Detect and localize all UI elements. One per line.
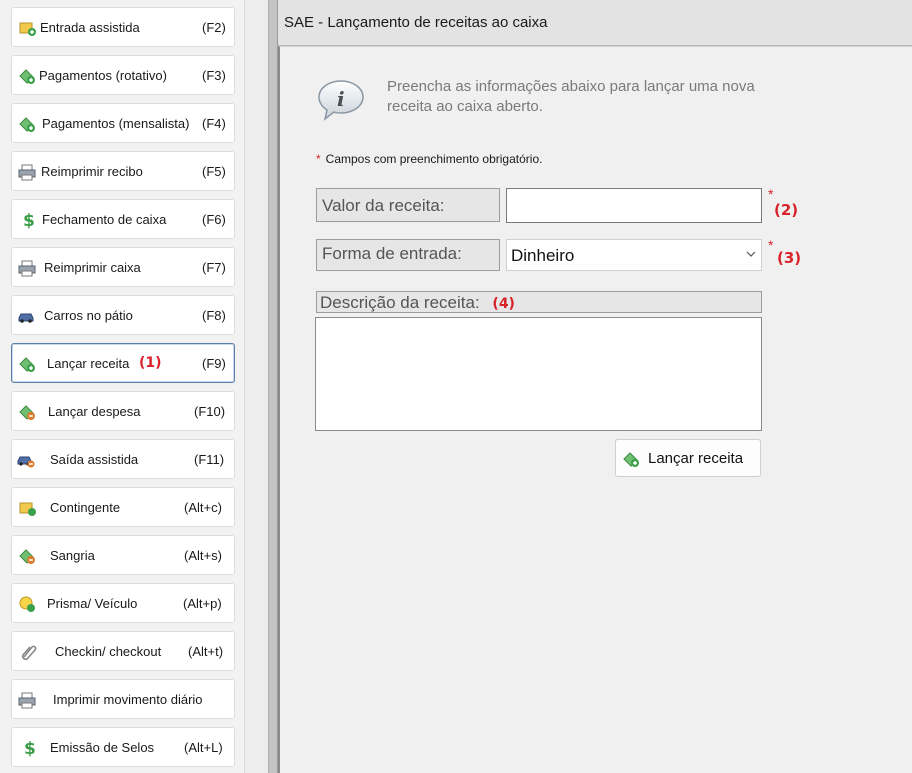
- sidebar-scrollbar-track[interactable]: [244, 0, 268, 773]
- annotation-marker-1: (1): [139, 355, 162, 371]
- sidebar-item-shortcut: (F6): [202, 212, 226, 227]
- sidebar-item-label: Fechamento de caixa: [42, 212, 167, 227]
- annotation-marker-3: (3): [777, 249, 802, 267]
- sidebar-item-label: Pagamentos (rotativo): [39, 68, 167, 83]
- sidebar-item-entrada-assistida[interactable]: Entrada assistida (F2): [11, 7, 235, 47]
- sidebar-item-shortcut: (Alt+t): [188, 644, 224, 659]
- sidebar-item-contingente[interactable]: Contingente (Alt+c): [11, 487, 235, 527]
- lancar-receita-label: Lançar receita: [648, 450, 744, 467]
- valor-required-star: *: [768, 186, 774, 202]
- sidebar-item-label: Lançar despesa: [48, 404, 141, 419]
- app-window: Entrada assistida (F2) Pagamentos (rotat…: [0, 0, 912, 773]
- sidebar-item-label: Prisma/ Veículo: [47, 596, 138, 611]
- svg-text:$: $: [24, 739, 36, 757]
- main-panel: SAE - Lançamento de receitas ao caixa i …: [278, 0, 912, 773]
- sidebar-item-shortcut: (Alt+c): [184, 500, 222, 515]
- printer-icon: [18, 260, 36, 277]
- info-message: Preencha as informações abaixo para lanç…: [387, 78, 755, 115]
- sidebar-item-shortcut: (Alt+p): [183, 596, 222, 611]
- dollar-icon: $: [24, 739, 36, 757]
- sidebar-item-fechamento-de-caixa[interactable]: $ Fechamento de caixa (F6): [11, 199, 235, 239]
- sidebar-item-lancar-despesa[interactable]: Lançar despesa (F10): [11, 391, 235, 431]
- sidebar-item-label: Emissão de Selos: [50, 740, 155, 755]
- required-fields-note: * Campos com preenchimento obrigatório.: [316, 152, 542, 166]
- sidebar-item-shortcut: (F11): [194, 452, 225, 467]
- sidebar-item-label: Carros no pátio: [44, 308, 133, 323]
- car-exit-icon: [17, 456, 35, 468]
- money-add-icon: [19, 69, 35, 84]
- svg-text:i: i: [337, 87, 345, 111]
- svg-text:$: $: [23, 211, 35, 229]
- sidebar-item-reimprimir-caixa[interactable]: Reimprimir caixa (F7): [11, 247, 235, 287]
- sidebar-item-saida-assistida[interactable]: Saída assistida (F11): [11, 439, 235, 479]
- money-remove-icon: [19, 549, 35, 564]
- chevron-down-icon: [746, 251, 756, 257]
- sidebar-item-imprimir-movimento-diario[interactable]: Imprimir movimento diário: [11, 679, 235, 719]
- sidebar-item-label: Checkin/ checkout: [55, 644, 162, 659]
- sidebar-item-sangria[interactable]: Sangria (Alt+s): [11, 535, 235, 575]
- entry-icon: [19, 22, 36, 36]
- money-add-icon: [19, 357, 35, 372]
- lancar-receita-button[interactable]: Lançar receita: [615, 439, 761, 477]
- sidebar-item-label: Saída assistida: [50, 452, 139, 467]
- sidebar-item-shortcut: (Alt+s): [184, 548, 222, 563]
- sidebar-item-lancar-receita[interactable]: Lançar receita (1) (F9): [11, 343, 235, 383]
- annotation-marker-4: (4): [492, 296, 515, 312]
- descricao-textarea[interactable]: [315, 317, 762, 431]
- annotation-marker-2: (2): [774, 201, 799, 219]
- sidebar-item-checkin-checkout[interactable]: Checkin/ checkout (Alt+t): [11, 631, 235, 671]
- sidebar-item-shortcut: (F3): [202, 68, 226, 83]
- sidebar-item-label: Reimprimir recibo: [41, 164, 143, 179]
- sidebar-item-reimprimir-recibo[interactable]: Reimprimir recibo (F5): [11, 151, 235, 191]
- required-note-text: Campos com preenchimento obrigatório.: [325, 152, 543, 166]
- sidebar-item-label: Contingente: [50, 500, 121, 515]
- required-star: *: [316, 152, 321, 166]
- sidebar-item-shortcut: (Alt+L): [184, 740, 223, 755]
- sidebar-item-label: Sangria: [50, 548, 95, 563]
- sidebar-item-shortcut: (F2): [202, 20, 226, 35]
- info-icon: i: [318, 80, 364, 121]
- money-add-icon: [19, 117, 35, 132]
- panel-splitter[interactable]: [268, 0, 278, 773]
- sidebar-item-carros-no-patio[interactable]: Carros no pátio (F8): [11, 295, 235, 335]
- sidebar-item-shortcut: (F5): [202, 164, 226, 179]
- sidebar-item-emissao-de-selos[interactable]: $ Emissão de Selos (Alt+L): [11, 727, 235, 767]
- sidebar-item-pagamentos-rotativo[interactable]: Pagamentos (rotativo) (F3): [11, 55, 235, 95]
- sidebar-item-label: Imprimir movimento diário: [53, 692, 203, 707]
- sidebar-item-shortcut: (F7): [202, 260, 226, 275]
- dollar-icon: $: [23, 211, 35, 229]
- sidebar-item-label: Lançar receita: [47, 356, 130, 371]
- forma-entrada-select[interactable]: Dinheiro: [506, 239, 762, 271]
- money-add-icon: [623, 452, 639, 467]
- prism-icon: [19, 596, 35, 612]
- sidebar-item-prisma-veiculo[interactable]: Prisma/ Veículo (Alt+p): [11, 583, 235, 623]
- forma-label: Forma de entrada:: [316, 239, 500, 271]
- contingent-icon: [19, 502, 36, 516]
- panel-header: SAE - Lançamento de receitas ao caixa: [278, 0, 912, 46]
- page-title: SAE - Lançamento de receitas ao caixa: [284, 14, 548, 31]
- valor-input[interactable]: [506, 188, 762, 223]
- sidebar-item-pagamentos-mensalista[interactable]: Pagamentos (mensalista) (F4): [11, 103, 235, 143]
- sidebar-item-shortcut: (F10): [194, 404, 226, 419]
- money-remove-icon: [19, 405, 35, 420]
- forma-selected-value: Dinheiro: [511, 246, 575, 265]
- paperclip-icon: [21, 645, 37, 661]
- sidebar-item-shortcut: (F4): [202, 116, 226, 131]
- descricao-label: Descrição da receita: (4): [316, 291, 762, 313]
- form-area: i Preencha as informações abaixo para la…: [278, 46, 912, 773]
- sidebar-item-shortcut: (F8): [202, 308, 226, 323]
- sidebar-item-label: Pagamentos (mensalista): [42, 116, 190, 131]
- sidebar: Entrada assistida (F2) Pagamentos (rotat…: [0, 0, 268, 773]
- sidebar-item-label: Entrada assistida: [40, 20, 140, 35]
- printer-icon: [18, 692, 36, 709]
- car-icon: [18, 313, 34, 323]
- sidebar-item-shortcut: (F9): [202, 356, 226, 371]
- sidebar-item-label: Reimprimir caixa: [44, 260, 141, 275]
- forma-required-star: *: [768, 237, 774, 253]
- printer-icon: [18, 164, 36, 181]
- descricao-label-text: Descrição da receita:: [320, 293, 480, 312]
- valor-label: Valor da receita:: [316, 188, 500, 222]
